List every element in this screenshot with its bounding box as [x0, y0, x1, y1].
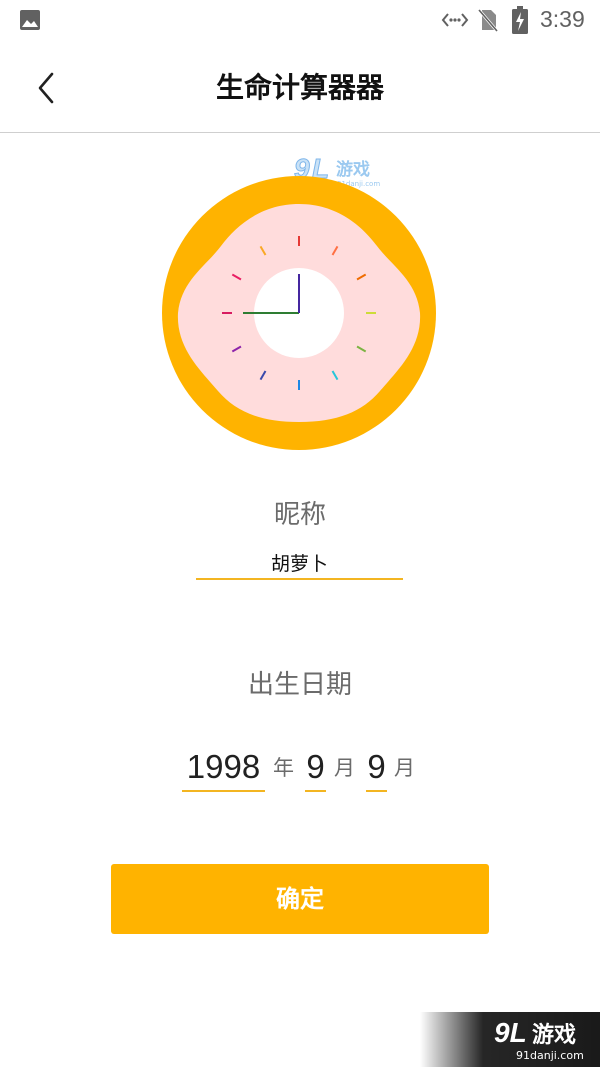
app-bar: 生命计算器器 — [0, 42, 600, 133]
battery-charging-icon — [512, 6, 528, 34]
day-unit: 月 — [394, 756, 415, 780]
year-field[interactable]: 1998 — [182, 744, 265, 792]
year-unit: 年 — [273, 756, 294, 780]
watermark-badge-site: 91danji.com — [516, 1049, 584, 1062]
month-field[interactable]: 9 — [305, 744, 326, 792]
status-time: 3:39 — [540, 6, 585, 32]
watermark-badge: 9L 游戏 91danji.com — [420, 1012, 600, 1067]
svg-text:9L: 9L — [494, 1017, 527, 1048]
status-bar: 3:39 — [0, 0, 600, 42]
data-transfer-icon — [441, 13, 469, 27]
gallery-icon — [20, 10, 40, 30]
no-sim-icon — [478, 9, 498, 32]
confirm-button[interactable]: 确定 — [111, 864, 489, 934]
nickname-label: 昵称 — [273, 500, 326, 530]
month-unit: 月 — [334, 756, 355, 780]
watermark-badge-text: 游戏 — [532, 1022, 576, 1048]
page-title: 生命计算器器 — [215, 71, 384, 104]
donut-clock — [162, 176, 436, 450]
birthday-label: 出生日期 — [247, 670, 352, 700]
nickname-input[interactable] — [196, 546, 403, 580]
day-field[interactable]: 9 — [366, 744, 387, 792]
